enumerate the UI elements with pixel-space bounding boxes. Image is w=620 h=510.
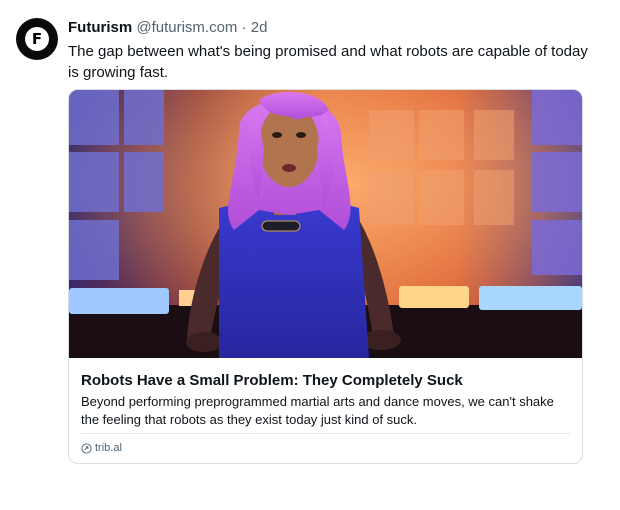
avatar[interactable]: F — [16, 18, 58, 60]
card-domain[interactable]: trib.al — [81, 441, 122, 455]
author-handle[interactable]: @futurism.com — [136, 19, 237, 36]
link-icon — [81, 442, 92, 454]
futurism-logo: F — [25, 27, 49, 51]
robot-photo — [69, 90, 582, 358]
tweet-header: Futurism @futurism.com · 2d — [68, 18, 267, 38]
card-title[interactable]: Robots Have a Small Problem: They Comple… — [81, 371, 463, 391]
tweet-text: The gap between what's being promised an… — [68, 43, 588, 81]
timestamp[interactable]: 2d — [251, 19, 268, 36]
separator-dot: · — [241, 19, 247, 36]
link-card[interactable]: Robots Have a Small Problem: They Comple… — [68, 89, 583, 464]
card-divider — [81, 433, 570, 434]
card-description: Beyond performing preprogrammed martial … — [81, 394, 554, 427]
avatar-letter: F — [31, 30, 43, 48]
card-image[interactable] — [69, 90, 582, 358]
card-domain-text: trib.al — [95, 442, 122, 454]
author-name[interactable]: Futurism — [68, 19, 132, 36]
